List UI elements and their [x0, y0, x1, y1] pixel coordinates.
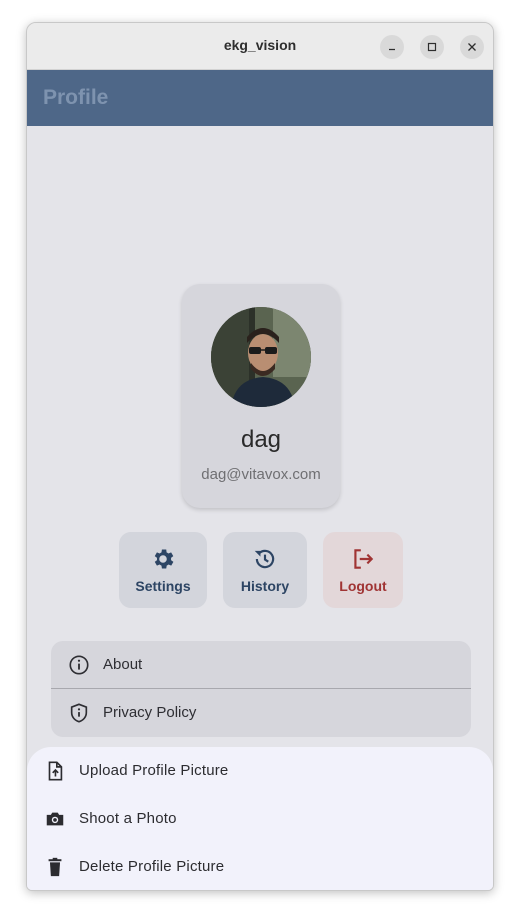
avatar[interactable]	[211, 307, 311, 407]
file-upload-icon	[48, 761, 63, 781]
sheet-option-label: Shoot a Photo	[79, 810, 177, 827]
menu-item-privacy-policy[interactable]: Privacy Policy	[51, 689, 471, 737]
camera-icon	[46, 812, 64, 826]
info-icon	[69, 655, 89, 675]
upload-profile-picture-option[interactable]: Upload Profile Picture	[27, 747, 493, 795]
history-button[interactable]: History	[223, 532, 307, 608]
sheet-option-label: Upload Profile Picture	[79, 762, 229, 779]
menu-item-about[interactable]: About	[51, 641, 471, 689]
app-window: ekg_vision Profile dag dag@vitavox.com S…	[26, 22, 494, 891]
menu-item-label: Privacy Policy	[103, 704, 197, 721]
trash-icon	[48, 857, 62, 877]
info-menu: About Privacy Policy	[51, 641, 471, 737]
page-title: Profile	[43, 86, 109, 109]
menu-item-label: About	[103, 656, 143, 673]
logout-label: Logout	[339, 578, 387, 594]
shoot-a-photo-option[interactable]: Shoot a Photo	[27, 795, 493, 843]
app-content: Profile dag dag@vitavox.com Settings His…	[27, 70, 493, 890]
minimize-button[interactable]	[380, 35, 404, 59]
maximize-button[interactable]	[420, 35, 444, 59]
minimize-icon	[389, 48, 395, 51]
history-icon	[254, 549, 275, 569]
title-bar: ekg_vision	[27, 23, 493, 70]
close-icon	[468, 43, 476, 51]
logout-icon	[354, 549, 374, 569]
sheet-option-label: Delete Profile Picture	[79, 858, 225, 875]
history-label: History	[240, 578, 290, 594]
profile-email: dag@vitavox.com	[201, 466, 321, 483]
settings-button[interactable]: Settings	[119, 532, 207, 608]
delete-profile-picture-option[interactable]: Delete Profile Picture	[27, 843, 493, 890]
app-bar: Profile	[27, 70, 493, 126]
shield-icon	[70, 703, 88, 723]
gear-icon	[154, 549, 174, 569]
maximize-icon	[427, 42, 437, 52]
close-button[interactable]	[460, 35, 484, 59]
profile-name: dag	[240, 426, 282, 453]
settings-label: Settings	[135, 578, 191, 594]
profile-card: dag dag@vitavox.com	[182, 284, 340, 508]
avatar-photo	[211, 307, 311, 407]
logout-button[interactable]: Logout	[323, 532, 403, 608]
bottom-sheet: Upload Profile Picture Shoot a Photo Del…	[27, 747, 493, 890]
